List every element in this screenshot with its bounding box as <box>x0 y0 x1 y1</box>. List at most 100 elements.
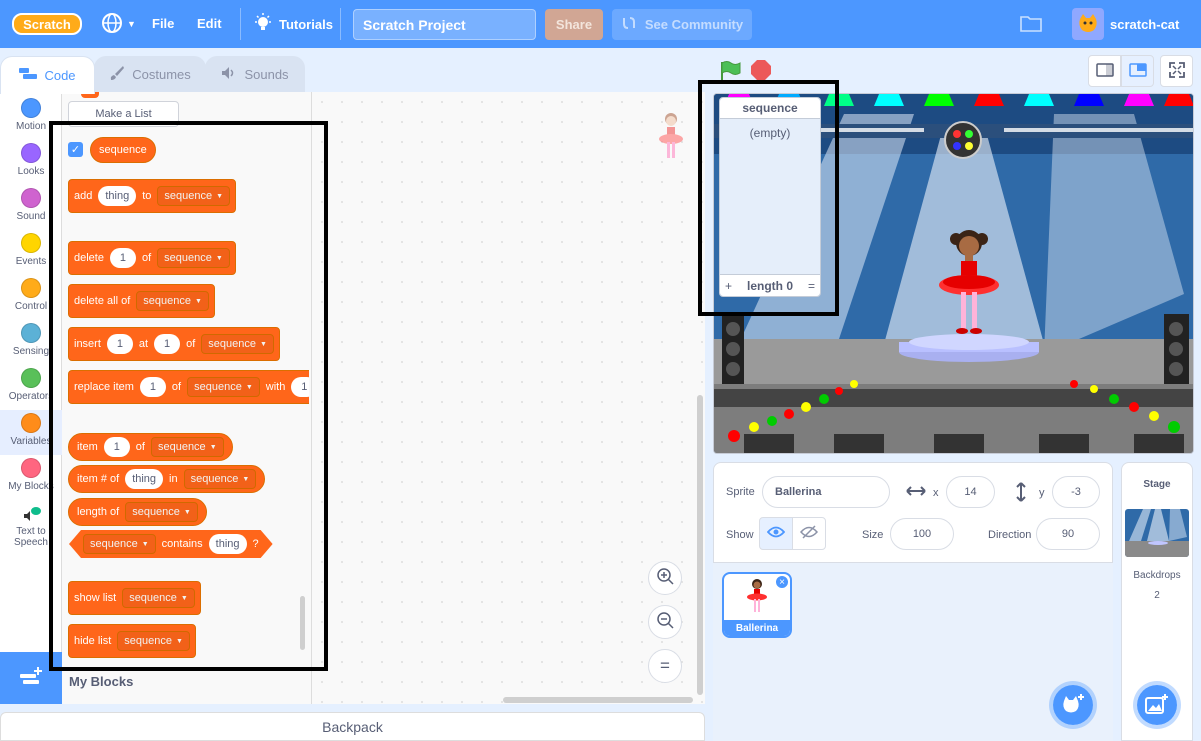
backdrops-count: 2 <box>1154 590 1160 601</box>
speaker-icon <box>221 66 237 83</box>
account-menu[interactable]: scratch-cat <box>1072 8 1179 40</box>
backdrop-thumbnail <box>1125 509 1189 557</box>
my-blocks-icon <box>21 458 41 478</box>
category-label: Motion <box>15 121 46 132</box>
sprite-thumbnail-name: Ballerina <box>724 620 790 636</box>
normal-stage-button[interactable] <box>1121 55 1154 87</box>
zoom-out-button[interactable] <box>648 605 682 639</box>
share-button[interactable]: Share <box>545 9 603 40</box>
stop-button[interactable] <box>751 60 771 80</box>
eye-slash-icon <box>799 525 819 542</box>
backpack-label: Backpack <box>322 718 383 735</box>
motion-icon <box>21 98 41 118</box>
add-sprite-button[interactable] <box>1049 681 1097 729</box>
zoom-reset-button[interactable]: = <box>648 649 682 683</box>
tab-code-label: Code <box>44 68 76 83</box>
tab-costumes[interactable]: Costumes <box>94 56 206 92</box>
globe-icon <box>101 12 123 37</box>
see-community-label: See Community <box>644 17 744 32</box>
username: scratch-cat <box>1110 16 1180 32</box>
sensing-icon <box>21 323 41 343</box>
x-arrows-icon <box>906 484 926 501</box>
sprite-label: Sprite <box>726 486 755 498</box>
folder-icon[interactable] <box>1020 14 1042 35</box>
category-label: My Blocks <box>8 481 54 492</box>
x-position-input[interactable] <box>946 476 995 508</box>
add-backdrop-button[interactable] <box>1133 681 1181 729</box>
ballerina-sprite[interactable] <box>936 227 1002 342</box>
script-horizontal-scrollbar[interactable] <box>503 697 693 703</box>
tutorials-label: Tutorials <box>279 17 333 32</box>
size-label: Size <box>862 529 884 541</box>
control-icon <box>21 278 41 298</box>
tab-sounds-label: Sounds <box>244 67 289 82</box>
y-position-input[interactable] <box>1052 476 1100 508</box>
project-title-input[interactable] <box>353 9 536 40</box>
category-label: Events <box>15 256 47 267</box>
tab-sounds[interactable]: Sounds <box>205 56 305 92</box>
add-extension-icon <box>19 666 43 691</box>
backpack-bar[interactable]: Backpack <box>0 712 705 741</box>
script-vertical-scrollbar[interactable] <box>697 395 703 695</box>
sound-icon <box>21 188 41 208</box>
eye-icon <box>766 526 786 541</box>
category-label: Variables <box>10 436 52 447</box>
category-label: Sound <box>16 211 46 222</box>
highlight-box <box>49 121 328 671</box>
menu-bar: Scratch ▼ File Edit Tutorials Share See … <box>0 0 1201 48</box>
cat-plus-icon <box>1061 693 1085 718</box>
show-label: Show <box>726 529 754 541</box>
my-blocks-heading: My Blocks <box>69 674 134 689</box>
direction-label: Direction <box>988 529 1032 541</box>
language-menu[interactable]: ▼ <box>101 12 136 37</box>
close-icon: × <box>779 576 785 588</box>
hide-sprite-button[interactable] <box>792 517 826 550</box>
scratch-logo[interactable]: Scratch <box>12 12 82 36</box>
category-label: Looks <box>17 166 45 177</box>
image-plus-icon <box>1145 693 1169 718</box>
size-input[interactable] <box>890 518 954 550</box>
zoom-reset-label: = <box>660 656 670 675</box>
zoom-in-icon <box>655 566 675 591</box>
tab-code[interactable]: Code <box>0 56 95 94</box>
zoom-out-icon <box>655 610 675 635</box>
x-label: x <box>933 487 939 499</box>
events-icon <box>21 233 41 253</box>
lightbulb-icon <box>253 13 273 36</box>
y-arrows-icon <box>1014 482 1028 505</box>
edit-menu[interactable]: Edit <box>197 16 222 31</box>
see-community-button[interactable]: See Community <box>612 9 752 40</box>
show-sprite-button[interactable] <box>759 517 793 550</box>
normal-stage-icon <box>1128 62 1147 80</box>
menu-divider <box>340 8 341 40</box>
file-menu[interactable]: File <box>152 16 174 31</box>
category-label: Operators <box>8 391 54 402</box>
y-label: y <box>1039 487 1045 499</box>
fullscreen-button[interactable] <box>1160 55 1193 87</box>
svg-text:Scratch: Scratch <box>23 17 71 32</box>
category-label: Control <box>14 301 48 312</box>
direction-input[interactable] <box>1036 518 1100 550</box>
sprite-watermark-icon <box>656 110 686 165</box>
sprite-name-input[interactable] <box>762 476 890 508</box>
brush-icon <box>109 65 125 84</box>
zoom-in-button[interactable] <box>648 561 682 595</box>
backdrops-label: Backdrops <box>1133 570 1181 581</box>
operators-icon <box>21 368 41 388</box>
variables-icon <box>21 413 41 433</box>
tutorials-button[interactable]: Tutorials <box>253 13 333 36</box>
tab-costumes-label: Costumes <box>132 67 191 82</box>
stage-title: Stage <box>1143 479 1171 490</box>
looks-icon <box>21 143 41 163</box>
menu-divider <box>240 8 241 40</box>
code-icon <box>19 68 38 83</box>
fullscreen-icon <box>1168 61 1185 81</box>
small-stage-icon <box>1095 62 1114 80</box>
remix-icon <box>621 16 637 33</box>
small-stage-button[interactable] <box>1088 55 1121 87</box>
avatar <box>1072 8 1104 40</box>
chevron-down-icon: ▼ <box>127 19 136 29</box>
delete-sprite-button[interactable]: × <box>775 575 789 589</box>
script-area[interactable] <box>312 92 705 704</box>
category-label: Sensing <box>12 346 50 357</box>
